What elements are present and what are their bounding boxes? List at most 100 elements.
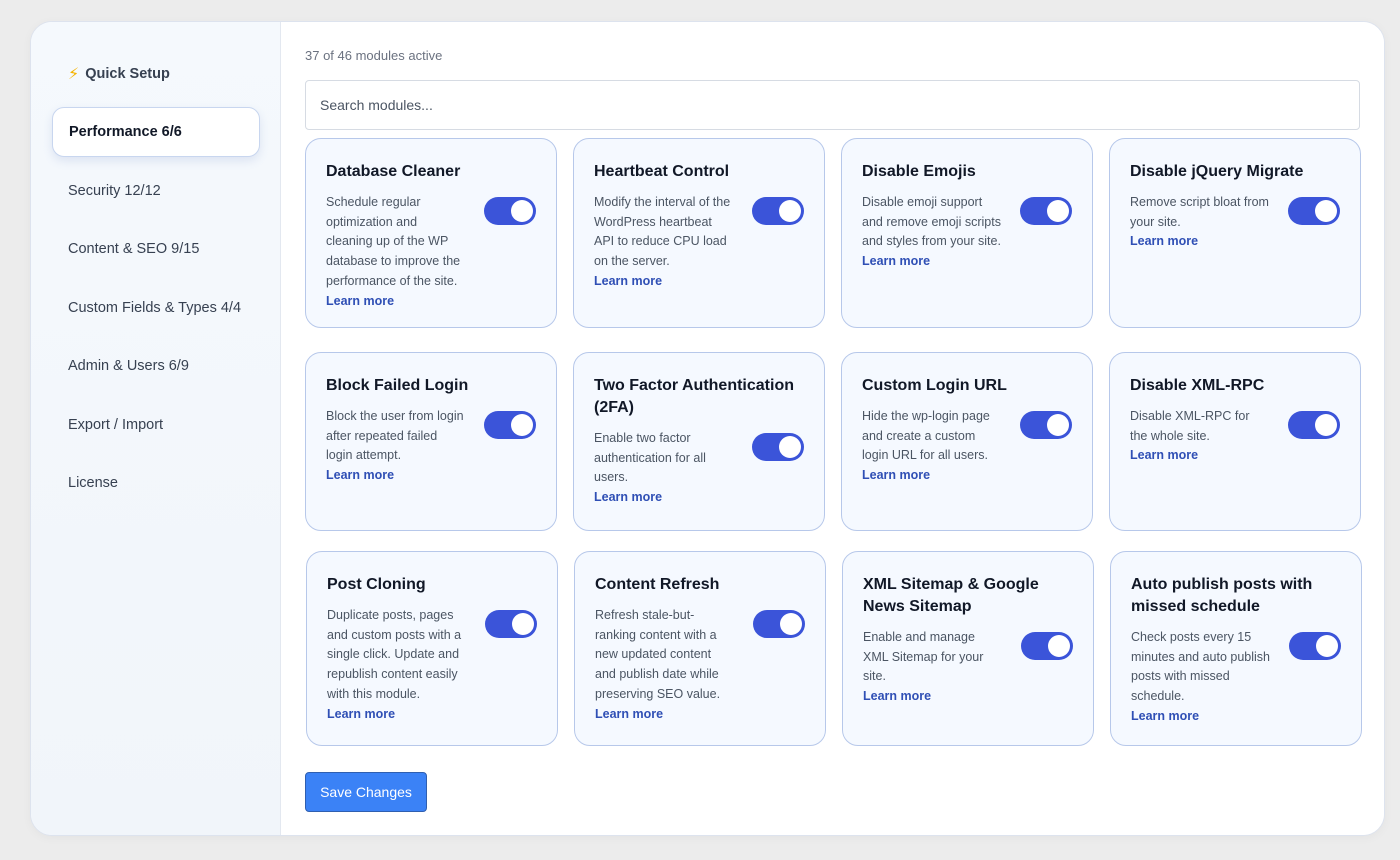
- module-body: Modify the interval of the WordPress hea…: [594, 193, 804, 292]
- module-toggle[interactable]: [484, 197, 536, 225]
- module-body: Check posts every 15 minutes and auto pu…: [1131, 628, 1341, 727]
- module-title: Disable Emojis: [862, 163, 976, 180]
- toggle-knob: [511, 200, 533, 222]
- module-toggle[interactable]: [1021, 632, 1073, 660]
- sidebar-item-label: Content & SEO 9/15: [68, 241, 200, 257]
- sidebar-item-performance[interactable]: Performance 6/6: [52, 107, 260, 157]
- learn-more-link[interactable]: Learn more: [1131, 707, 1271, 727]
- learn-more-link[interactable]: Learn more: [594, 488, 734, 508]
- toggle-knob: [1315, 200, 1337, 222]
- module-text: Enable and manage XML Sitemap for your s…: [863, 628, 1003, 707]
- module-toggle[interactable]: [1289, 632, 1341, 660]
- app-window: ⚡ Quick Setup Performance 6/6 Security 1…: [30, 21, 1385, 836]
- module-title: Two Factor Authentication (2FA): [594, 377, 794, 416]
- module-description: Refresh stale-but-ranking content with a…: [595, 608, 721, 701]
- sidebar-item-label: Admin & Users 6/9: [68, 358, 189, 374]
- learn-more-link[interactable]: Learn more: [862, 252, 1002, 272]
- module-card-custom-login-url: Custom Login URL Hide the wp-login page a…: [841, 352, 1093, 531]
- module-text: Hide the wp-login page and create a cust…: [862, 407, 1002, 486]
- module-card-xml-sitemap-google-news-sitemap: XML Sitemap & Google News Sitemap Enable …: [842, 551, 1094, 746]
- module-description: Modify the interval of the WordPress hea…: [594, 195, 731, 269]
- toggle-knob: [1047, 414, 1069, 436]
- module-card-heartbeat-control: Heartbeat Control Modify the interval of …: [573, 138, 825, 328]
- module-title: Disable XML-RPC: [1130, 377, 1265, 394]
- toggle-knob: [1047, 200, 1069, 222]
- learn-more-link[interactable]: Learn more: [1130, 446, 1270, 466]
- learn-more-link[interactable]: Learn more: [327, 705, 467, 725]
- sidebar-item-label: Quick Setup: [85, 66, 170, 82]
- module-title: Block Failed Login: [326, 377, 469, 394]
- module-title: Disable jQuery Migrate: [1130, 163, 1304, 180]
- module-text: Disable emoji support and remove emoji s…: [862, 193, 1002, 272]
- module-title: Content Refresh: [595, 576, 720, 593]
- learn-more-link[interactable]: Learn more: [863, 687, 1003, 707]
- module-card-disable-jquery-migrate: Disable jQuery Migrate Remove script bloa…: [1109, 138, 1361, 328]
- sidebar-item-admin-users[interactable]: Admin & Users 6/9: [52, 341, 260, 391]
- module-body: Schedule regular optimization and cleani…: [326, 193, 536, 311]
- module-title: Database Cleaner: [326, 163, 461, 180]
- sidebar-item-content-seo[interactable]: Content & SEO 9/15: [52, 224, 260, 274]
- module-body: Disable XML-RPC for the whole site. Learn…: [1130, 407, 1340, 466]
- module-toggle[interactable]: [752, 197, 804, 225]
- module-body: Enable and manage XML Sitemap for your s…: [863, 628, 1073, 707]
- module-text: Enable two factor authentication for all…: [594, 429, 734, 508]
- module-text: Block the user from login after repeated…: [326, 407, 466, 486]
- sidebar-item-label: Performance 6/6: [69, 124, 182, 140]
- module-body: Duplicate posts, pages and custom posts …: [327, 606, 537, 724]
- toggle-knob: [511, 414, 533, 436]
- module-description: Schedule regular optimization and cleani…: [326, 195, 461, 288]
- toggle-knob: [1048, 635, 1070, 657]
- module-text: Check posts every 15 minutes and auto pu…: [1131, 628, 1271, 727]
- toggle-knob: [1315, 414, 1337, 436]
- learn-more-link[interactable]: Learn more: [1130, 232, 1270, 252]
- sidebar-item-label: License: [68, 475, 118, 491]
- module-toggle[interactable]: [1288, 411, 1340, 439]
- sidebar-item-license[interactable]: License: [52, 458, 260, 508]
- module-description: Remove script bloat from your site.: [1130, 195, 1269, 229]
- learn-more-link[interactable]: Learn more: [595, 705, 735, 725]
- sidebar-item-quick-setup[interactable]: ⚡ Quick Setup: [52, 49, 260, 99]
- sidebar-item-custom-fields[interactable]: Custom Fields & Types 4/4: [52, 283, 260, 333]
- module-title: Custom Login URL: [862, 377, 1007, 394]
- learn-more-link[interactable]: Learn more: [862, 466, 1002, 486]
- module-card-content-refresh: Content Refresh Refresh stale-but-ranking…: [574, 551, 826, 746]
- module-card-auto-publish-posts-with-missed-schedule: Auto publish posts with missed schedule C…: [1110, 551, 1362, 746]
- module-grid: Database Cleaner Schedule regular optimiz…: [305, 138, 1362, 748]
- toggle-knob: [779, 436, 801, 458]
- module-toggle[interactable]: [485, 610, 537, 638]
- module-description: Check posts every 15 minutes and auto pu…: [1131, 630, 1270, 704]
- module-text: Modify the interval of the WordPress hea…: [594, 193, 734, 292]
- lightning-icon: ⚡: [68, 66, 80, 83]
- sidebar-item-security[interactable]: Security 12/12: [52, 166, 260, 216]
- module-text: Remove script bloat from your site. Learn…: [1130, 193, 1270, 252]
- module-text: Refresh stale-but-ranking content with a…: [595, 606, 735, 724]
- learn-more-link[interactable]: Learn more: [594, 272, 734, 292]
- module-card-two-factor-authentication-2fa: Two Factor Authentication (2FA) Enable tw…: [573, 352, 825, 531]
- module-body: Enable two factor authentication for all…: [594, 429, 804, 508]
- module-body: Disable emoji support and remove emoji s…: [862, 193, 1072, 272]
- module-card-post-cloning: Post Cloning Duplicate posts, pages and c…: [306, 551, 558, 746]
- module-description: Hide the wp-login page and create a cust…: [862, 409, 990, 463]
- module-toggle[interactable]: [1288, 197, 1340, 225]
- learn-more-link[interactable]: Learn more: [326, 466, 466, 486]
- module-toggle[interactable]: [1020, 197, 1072, 225]
- toggle-knob: [1316, 635, 1338, 657]
- module-text: Schedule regular optimization and cleani…: [326, 193, 466, 311]
- toggle-knob: [780, 613, 802, 635]
- sidebar-item-label: Security 12/12: [68, 182, 161, 199]
- sidebar-item-export-import[interactable]: Export / Import: [52, 400, 260, 450]
- main-panel: 37 of 46 modules active Database Cleaner…: [281, 22, 1384, 835]
- module-toggle[interactable]: [753, 610, 805, 638]
- search-input[interactable]: [305, 80, 1360, 130]
- module-card-database-cleaner: Database Cleaner Schedule regular optimiz…: [305, 138, 557, 328]
- sidebar-item-label: Export / Import: [68, 416, 164, 433]
- module-toggle[interactable]: [752, 433, 804, 461]
- module-body: Refresh stale-but-ranking content with a…: [595, 606, 805, 724]
- save-button[interactable]: Save Changes: [305, 772, 427, 812]
- module-card-disable-emojis: Disable Emojis Disable emoji support and …: [841, 138, 1093, 328]
- learn-more-link[interactable]: Learn more: [326, 292, 466, 312]
- module-text: Disable XML-RPC for the whole site. Learn…: [1130, 407, 1270, 466]
- module-toggle[interactable]: [484, 411, 536, 439]
- module-toggle[interactable]: [1020, 411, 1072, 439]
- module-body: Block the user from login after repeated…: [326, 407, 536, 486]
